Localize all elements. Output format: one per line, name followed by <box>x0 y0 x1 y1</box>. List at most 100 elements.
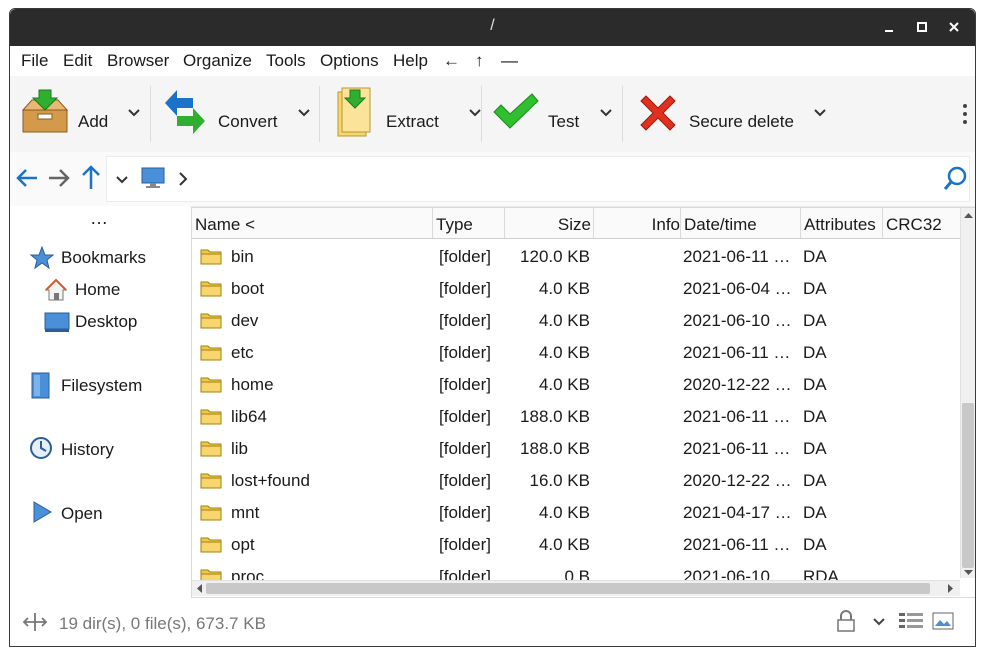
table-row[interactable]: lost+found [folder] 16.0 KB 2020-12-22 … DA <box>192 464 960 496</box>
menu-browser[interactable]: Browser <box>107 51 169 71</box>
search-icon <box>943 166 967 190</box>
address-bar <box>10 152 975 207</box>
vertical-scrollbar[interactable] <box>960 208 975 578</box>
desktop-icon <box>44 312 70 332</box>
table-row[interactable]: opt [folder] 4.0 KB 2021-06-11 … DA <box>192 528 960 560</box>
convert-label: Convert <box>218 112 278 131</box>
menu-file[interactable]: File <box>21 51 48 71</box>
table-row[interactable]: dev [folder] 4.0 KB 2021-06-10 … DA <box>192 304 960 336</box>
menu-options[interactable]: Options <box>320 51 379 71</box>
forward-arrow-icon <box>49 169 70 187</box>
test-button[interactable]: Test <box>482 76 622 152</box>
cell-attributes: DA <box>803 279 827 298</box>
toolbar-overflow-button[interactable] <box>960 102 970 126</box>
forward-button[interactable] <box>46 166 72 195</box>
menu-organize[interactable]: Organize <box>183 51 252 71</box>
add-button[interactable]: Add <box>10 76 150 152</box>
table-row[interactable]: mnt [folder] 4.0 KB 2021-04-17 … DA <box>192 496 960 528</box>
extract-button[interactable]: Extract <box>320 76 482 152</box>
cell-datetime: 2021-06-11 … <box>683 343 791 362</box>
convert-button[interactable]: Convert <box>151 76 319 152</box>
lock-icon[interactable] <box>836 609 856 633</box>
table-row[interactable]: proc [folder] 0 B 2021-06-10 … RDA <box>192 560 960 580</box>
back-button[interactable] <box>14 166 40 195</box>
cell-datetime: 2021-06-10 … <box>683 567 792 580</box>
chevron-down-icon[interactable] <box>872 615 886 629</box>
extract-dropdown-icon[interactable] <box>468 106 482 123</box>
table-row[interactable]: bin [folder] 120.0 KB 2021-06-11 … DA <box>192 240 960 272</box>
sidebar-more[interactable]: … <box>90 208 108 229</box>
scroll-right-icon[interactable] <box>946 583 956 594</box>
column-header-datetime[interactable]: Date/time <box>681 208 801 238</box>
scroll-left-icon[interactable] <box>194 583 204 594</box>
thumbnail-view-icon[interactable] <box>932 611 954 631</box>
app-window: / File Edit Browser Organize Tools Optio… <box>9 8 976 647</box>
folder-icon <box>200 247 222 265</box>
resize-arrows-icon <box>22 613 48 631</box>
table-row[interactable]: boot [folder] 4.0 KB 2021-06-04 … DA <box>192 272 960 304</box>
menu-back-arrow[interactable]: ← <box>443 51 460 71</box>
table-row[interactable]: home [folder] 4.0 KB 2020-12-22 … DA <box>192 368 960 400</box>
secure-delete-button[interactable]: Secure delete <box>623 76 833 152</box>
menu-dash[interactable]: — <box>501 51 518 71</box>
menu-tools[interactable]: Tools <box>266 51 306 71</box>
cell-name: home <box>231 375 274 394</box>
table-row[interactable]: etc [folder] 4.0 KB 2021-06-11 … DA <box>192 336 960 368</box>
sidebar-item-label: Open <box>61 504 103 523</box>
test-dropdown-icon[interactable] <box>599 106 613 123</box>
computer-crumb[interactable] <box>140 166 166 195</box>
add-label: Add <box>78 112 109 131</box>
column-header-attributes[interactable]: Attributes <box>801 208 883 238</box>
secure-delete-dropdown-icon[interactable] <box>813 106 827 123</box>
scroll-down-icon[interactable] <box>963 568 974 578</box>
sidebar-item-label: Home <box>75 280 121 299</box>
cell-attributes: DA <box>803 343 827 362</box>
close-button[interactable] <box>945 18 963 36</box>
cell-type: [folder] <box>439 407 491 426</box>
sidebar-item-label: History <box>61 440 114 459</box>
table-row[interactable]: lib [folder] 188.0 KB 2021-06-11 … DA <box>192 432 960 464</box>
path-dropdown[interactable] <box>115 172 129 192</box>
menu-up-arrow[interactable]: ↑ <box>475 51 484 71</box>
horizontal-scroll-thumb[interactable] <box>206 583 930 594</box>
cell-name: etc <box>231 343 254 362</box>
cell-size: 4.0 KB <box>538 279 590 298</box>
folder-icon <box>200 311 222 329</box>
column-header-crc32[interactable]: CRC32 <box>883 208 960 238</box>
column-header-type[interactable]: Type <box>433 208 505 238</box>
up-button[interactable] <box>79 163 103 196</box>
maximize-button[interactable] <box>913 18 931 36</box>
status-text: 19 dir(s), 0 file(s), 673.7 KB <box>59 614 266 633</box>
column-header-info[interactable]: Info <box>594 208 681 238</box>
search-button[interactable] <box>943 166 969 197</box>
table-row[interactable]: lib64 [folder] 188.0 KB 2021-06-11 … DA <box>192 400 960 432</box>
cell-size: 4.0 KB <box>538 375 590 394</box>
cell-name: proc <box>231 567 265 580</box>
add-dropdown-icon[interactable] <box>127 106 141 123</box>
cell-name: lost+found <box>231 471 310 490</box>
close-icon <box>949 22 959 32</box>
vertical-scroll-thumb[interactable] <box>962 403 974 568</box>
cell-datetime: 2021-06-11 … <box>683 407 791 426</box>
cell-size: 188.0 KB <box>520 439 590 458</box>
file-list[interactable]: Name < Type Size Info Date/time Attribut… <box>191 207 975 598</box>
cell-datetime: 2021-06-11 … <box>683 439 791 458</box>
window-title: / <box>490 17 495 34</box>
column-header-size[interactable]: Size <box>505 208 594 238</box>
scroll-up-icon[interactable] <box>963 210 974 220</box>
menu-help[interactable]: Help <box>393 51 428 71</box>
menu-edit[interactable]: Edit <box>63 51 92 71</box>
minimize-button[interactable] <box>880 18 898 36</box>
horizontal-scrollbar[interactable] <box>192 580 960 596</box>
chevron-right-icon <box>179 172 188 186</box>
convert-dropdown-icon[interactable] <box>297 106 311 123</box>
cell-datetime: 2021-06-11 … <box>683 247 791 266</box>
folder-icon <box>200 503 222 521</box>
column-header-name[interactable]: Name < <box>192 208 433 238</box>
play-icon <box>33 501 52 523</box>
cell-size: 0 B <box>564 567 590 580</box>
cell-datetime: 2020-12-22 … <box>683 375 792 394</box>
computer-icon <box>141 167 165 188</box>
details-view-icon[interactable] <box>898 611 924 631</box>
path-field[interactable] <box>106 156 970 202</box>
